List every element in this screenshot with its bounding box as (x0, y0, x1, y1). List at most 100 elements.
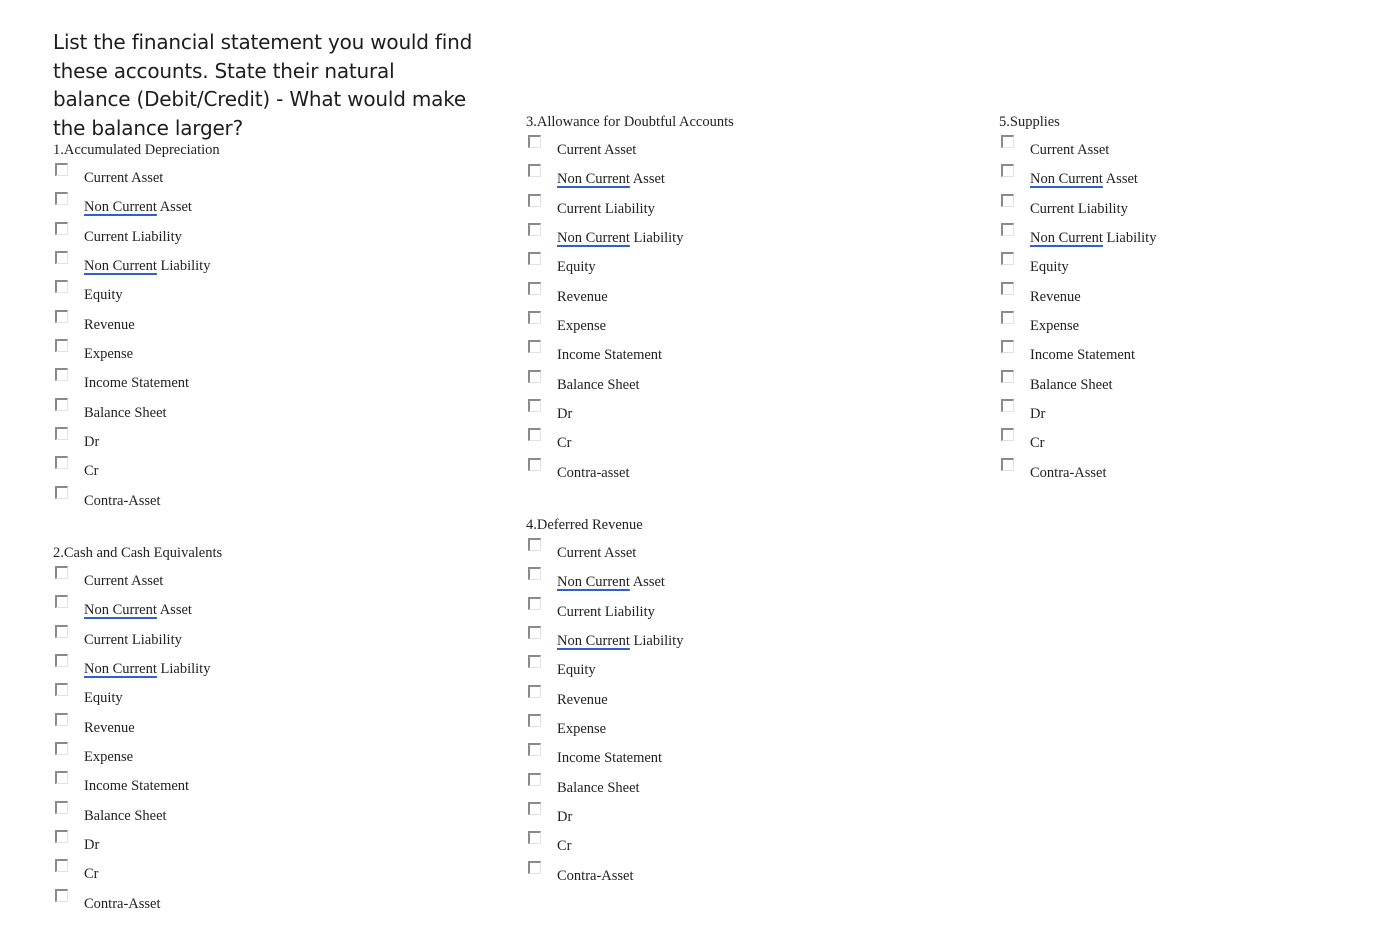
checkbox[interactable] (528, 802, 541, 816)
checkbox[interactable] (55, 397, 68, 411)
option-row[interactable]: Expense (526, 308, 734, 337)
option-label[interactable]: Cr (1030, 434, 1045, 452)
checkbox[interactable] (1001, 193, 1014, 207)
checkbox[interactable] (528, 281, 541, 295)
checkbox[interactable] (528, 164, 541, 178)
option-row[interactable]: Equity (526, 249, 734, 278)
option-label[interactable]: Current Liability (557, 603, 655, 621)
option-row[interactable]: Dr (53, 827, 222, 856)
option-row[interactable]: Income Statement (999, 337, 1135, 366)
option-row[interactable]: Equity (526, 652, 643, 681)
option-label[interactable]: Dr (84, 836, 99, 854)
checkbox[interactable] (528, 743, 541, 757)
checkbox[interactable] (55, 683, 68, 697)
checkbox[interactable] (55, 485, 68, 499)
option-label[interactable]: Non Current Asset (84, 198, 192, 216)
checkbox[interactable] (55, 566, 68, 579)
option-label[interactable]: Non Current Liability (1030, 229, 1156, 247)
checkbox[interactable] (528, 626, 541, 640)
option-row[interactable]: Current Asset (526, 132, 734, 161)
option-label[interactable]: Contra-Asset (1030, 464, 1107, 482)
option-label[interactable]: Current Liability (1030, 200, 1128, 218)
option-label[interactable]: Non Current Liability (84, 257, 210, 275)
option-row[interactable]: Non Current Asset (526, 161, 734, 190)
option-row[interactable]: Non Current Asset (526, 564, 665, 593)
checkbox[interactable] (528, 567, 541, 581)
option-row[interactable]: Current Liability (53, 622, 222, 651)
checkbox[interactable] (528, 193, 541, 207)
option-label[interactable]: Revenue (84, 719, 135, 737)
option-label[interactable]: Balance Sheet (84, 404, 167, 422)
option-label[interactable]: Cr (557, 837, 572, 855)
option-label[interactable]: Non Current Asset (557, 170, 665, 188)
option-label[interactable]: Current Liability (84, 228, 182, 246)
option-row[interactable]: Contra-Asset (53, 886, 222, 915)
option-label[interactable]: Current Asset (557, 544, 636, 562)
option-row[interactable]: Equity (999, 249, 1069, 278)
checkbox[interactable] (1001, 223, 1014, 237)
option-row[interactable]: Contra-Asset (999, 455, 1107, 484)
option-label[interactable]: Expense (557, 317, 606, 335)
checkbox[interactable] (1001, 428, 1014, 442)
checkbox[interactable] (528, 369, 541, 383)
checkbox[interactable] (528, 223, 541, 237)
option-row[interactable]: Current Asset (53, 563, 222, 592)
option-row[interactable]: Non Current Liability (526, 220, 734, 249)
checkbox[interactable] (55, 280, 68, 294)
checkbox[interactable] (528, 684, 541, 698)
option-row[interactable]: Non Current Liability (526, 623, 683, 652)
option-label[interactable]: Equity (1030, 258, 1069, 276)
option-label[interactable]: Contra-Asset (557, 867, 634, 885)
checkbox[interactable] (1001, 135, 1014, 148)
checkbox[interactable] (1001, 340, 1014, 354)
option-row[interactable]: Expense (53, 739, 222, 768)
option-row[interactable]: Income Statement (53, 365, 220, 394)
option-label[interactable]: Current Liability (84, 631, 182, 649)
option-row[interactable]: Current Liability (526, 191, 734, 220)
checkbox[interactable] (55, 654, 68, 668)
option-row[interactable]: Non Current Asset (53, 592, 222, 621)
option-label[interactable]: Contra-asset (557, 464, 629, 482)
checkbox[interactable] (528, 772, 541, 786)
option-label[interactable]: Balance Sheet (1030, 376, 1113, 394)
option-row[interactable]: Cr (526, 425, 734, 454)
option-row[interactable]: Non Current Asset (53, 189, 220, 218)
option-label[interactable]: Income Statement (1030, 346, 1135, 364)
option-label[interactable]: Revenue (1030, 288, 1081, 306)
option-row[interactable]: Contra-Asset (53, 483, 220, 512)
checkbox[interactable] (528, 252, 541, 266)
checkbox[interactable] (528, 428, 541, 442)
checkbox[interactable] (55, 427, 68, 441)
checkbox[interactable] (1001, 164, 1014, 178)
checkbox[interactable] (1001, 252, 1014, 266)
option-row[interactable]: Balance Sheet (526, 770, 643, 799)
checkbox[interactable] (528, 538, 541, 551)
option-row[interactable]: Dr (526, 396, 734, 425)
option-row[interactable]: Income Statement (526, 337, 734, 366)
option-row[interactable]: Cr (53, 856, 222, 885)
checkbox[interactable] (55, 192, 68, 206)
option-label[interactable]: Equity (557, 661, 596, 679)
option-label[interactable]: Expense (1030, 317, 1079, 335)
checkbox[interactable] (55, 771, 68, 785)
option-row[interactable]: Balance Sheet (53, 395, 220, 424)
option-label[interactable]: Non Current Asset (84, 601, 192, 619)
option-label[interactable]: Dr (1030, 405, 1045, 423)
option-row[interactable]: Current Asset (53, 160, 220, 189)
option-row[interactable]: Revenue (999, 279, 1081, 308)
checkbox[interactable] (55, 368, 68, 382)
option-label[interactable]: Balance Sheet (557, 779, 640, 797)
option-row[interactable]: Dr (999, 396, 1060, 425)
option-row[interactable]: Income Statement (53, 768, 222, 797)
option-row[interactable]: Revenue (53, 710, 222, 739)
option-row[interactable]: Cr (999, 425, 1060, 454)
option-row[interactable]: Current Asset (999, 132, 1109, 161)
option-row[interactable]: Non Current Liability (53, 248, 220, 277)
checkbox[interactable] (528, 340, 541, 354)
option-label[interactable]: Non Current Liability (557, 632, 683, 650)
checkbox[interactable] (55, 742, 68, 756)
checkbox[interactable] (55, 251, 68, 265)
checkbox[interactable] (528, 831, 541, 845)
option-row[interactable]: Cr (53, 453, 220, 482)
checkbox[interactable] (1001, 457, 1014, 471)
